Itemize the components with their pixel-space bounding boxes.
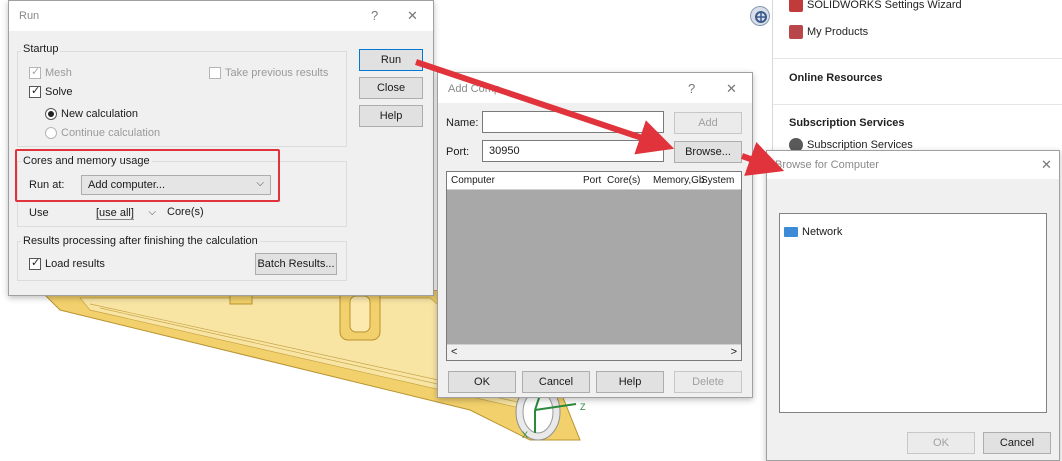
annotation-arrows [415,59,785,176]
arrow-browse-to-dialog [740,141,785,176]
arrow-run-to-browse [415,59,675,155]
